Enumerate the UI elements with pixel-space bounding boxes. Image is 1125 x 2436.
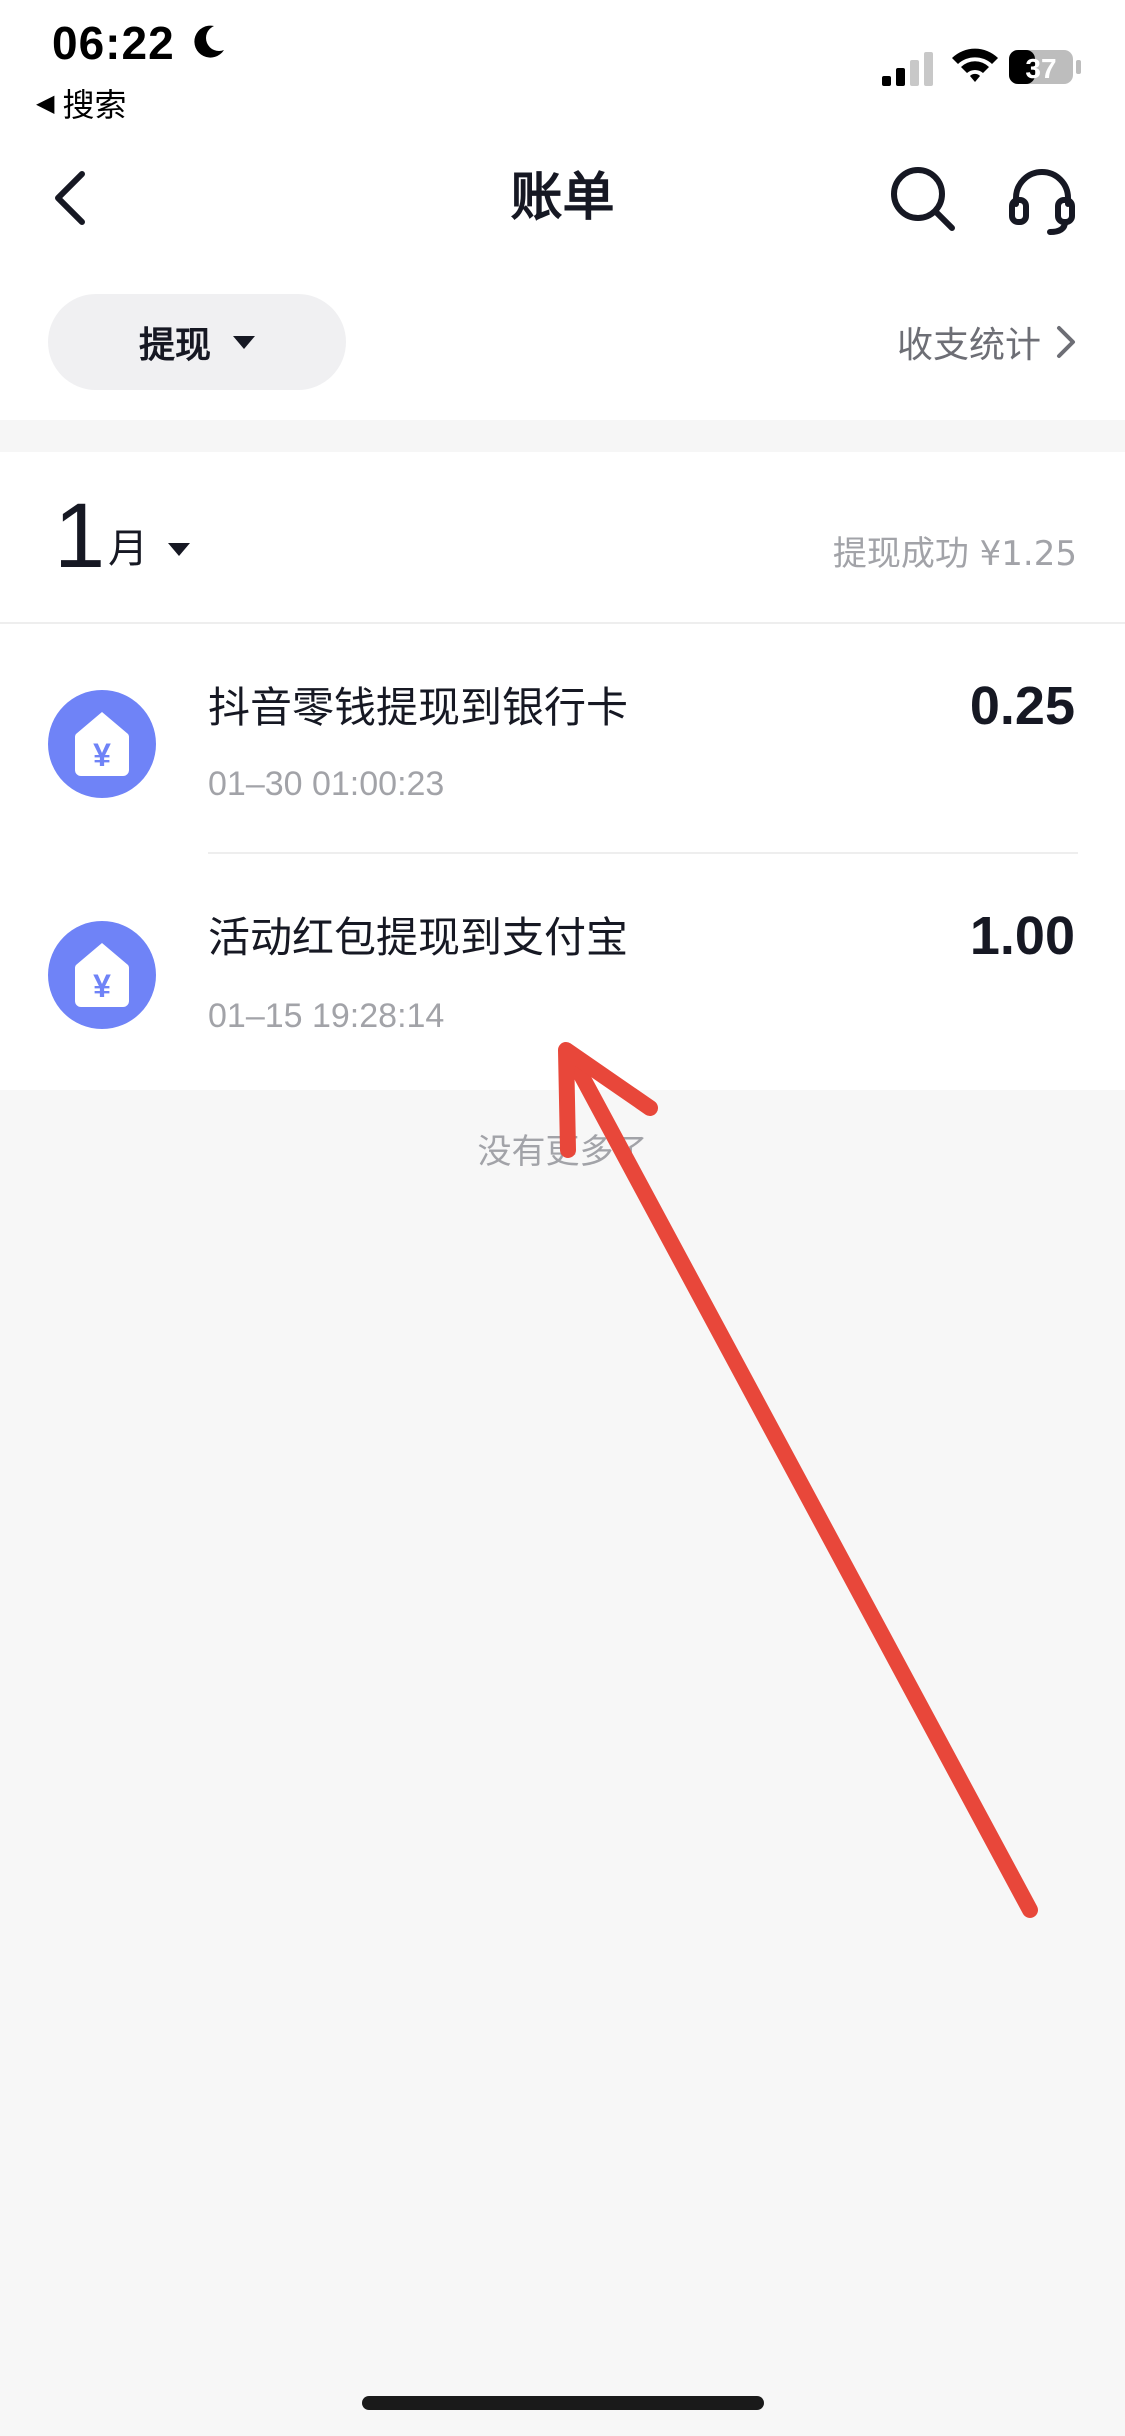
transaction-amount: 0.25 bbox=[969, 676, 1075, 736]
yuan-house-icon: ¥ bbox=[48, 690, 156, 798]
headset-icon[interactable] bbox=[1006, 164, 1078, 236]
search-icon[interactable] bbox=[886, 162, 958, 234]
caret-down-icon bbox=[233, 335, 255, 349]
transaction-row[interactable] bbox=[0, 624, 1125, 854]
cellular-signal-icon bbox=[882, 52, 933, 86]
month-selector-number[interactable]: 1 bbox=[54, 486, 105, 586]
svg-text:¥: ¥ bbox=[93, 737, 111, 773]
back-to-app-label: 搜索 bbox=[62, 86, 127, 124]
transaction-row[interactable] bbox=[0, 856, 1125, 1086]
wifi-icon bbox=[952, 48, 998, 82]
transaction-time: 01–30 01:00:23 bbox=[208, 765, 445, 803]
stats-label: 收支统计 bbox=[896, 325, 1041, 366]
battery-icon: 37 bbox=[1009, 50, 1081, 84]
battery-level: 37 bbox=[1025, 53, 1056, 84]
no-more-label: 没有更多了 bbox=[477, 1132, 648, 1172]
moon-icon bbox=[194, 25, 224, 58]
type-filter-dropdown[interactable]: 提现 bbox=[48, 294, 346, 390]
transaction-amount: 1.00 bbox=[969, 906, 1075, 966]
back-to-app-link[interactable]: ◀ 搜索 bbox=[36, 80, 126, 126]
transaction-time: 01–15 19:28:14 bbox=[208, 997, 445, 1035]
yuan-house-icon: ¥ bbox=[48, 921, 156, 1029]
divider bbox=[208, 852, 1078, 854]
month-selector-suffix[interactable]: 月 bbox=[108, 524, 148, 574]
month-summary: 提现成功 ¥1.25 bbox=[832, 534, 1077, 574]
transaction-title: 活动红包提现到支付宝 bbox=[208, 913, 629, 962]
back-triangle-icon: ◀ bbox=[36, 89, 55, 117]
transaction-title: 抖音零钱提现到银行卡 bbox=[208, 683, 629, 732]
section-gap bbox=[0, 420, 1125, 452]
income-expense-stats-link[interactable]: 收支统计 bbox=[897, 312, 1077, 372]
svg-text:¥: ¥ bbox=[93, 968, 111, 1004]
status-time: 06:22 bbox=[52, 17, 175, 69]
type-filter-label: 提现 bbox=[138, 325, 211, 366]
chevron-right-icon bbox=[1057, 326, 1075, 358]
month-caret-down-icon[interactable] bbox=[168, 543, 190, 556]
home-indicator[interactable] bbox=[362, 2396, 764, 2410]
